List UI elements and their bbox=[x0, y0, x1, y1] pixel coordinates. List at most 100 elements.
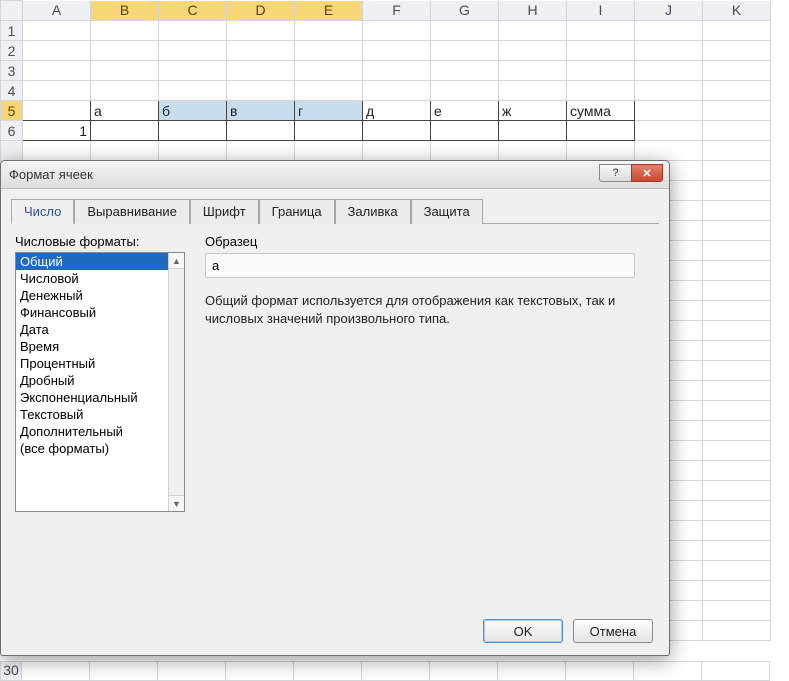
listbox-scrollbar[interactable]: ▲ ▼ bbox=[168, 253, 184, 511]
tab-font[interactable]: Шрифт bbox=[190, 199, 259, 224]
cell[interactable] bbox=[295, 81, 363, 101]
format-item-scientific[interactable]: Экспоненциальный bbox=[16, 389, 184, 406]
cell-E5[interactable]: г bbox=[295, 101, 363, 121]
col-header-C[interactable]: C bbox=[159, 1, 227, 21]
col-header-D[interactable]: D bbox=[227, 1, 295, 21]
tab-border[interactable]: Граница bbox=[259, 199, 335, 224]
cell[interactable] bbox=[23, 21, 91, 41]
cell[interactable] bbox=[91, 81, 159, 101]
cell[interactable] bbox=[431, 121, 499, 141]
cell[interactable] bbox=[567, 41, 635, 61]
cell-G5[interactable]: е bbox=[431, 101, 499, 121]
row-header[interactable] bbox=[1, 141, 23, 161]
cell[interactable] bbox=[363, 61, 431, 81]
cell[interactable] bbox=[703, 121, 771, 141]
close-button[interactable]: ✕ bbox=[631, 164, 663, 182]
cell[interactable] bbox=[431, 81, 499, 101]
cell[interactable] bbox=[363, 21, 431, 41]
cell[interactable] bbox=[363, 41, 431, 61]
format-item-general[interactable]: Общий bbox=[16, 253, 184, 270]
col-header-F[interactable]: F bbox=[363, 1, 431, 21]
select-all-corner[interactable] bbox=[1, 1, 23, 21]
format-item-special[interactable]: Дополнительный bbox=[16, 423, 184, 440]
cell-B5[interactable]: а bbox=[91, 101, 159, 121]
format-item-number[interactable]: Числовой bbox=[16, 270, 184, 287]
scroll-up-icon[interactable]: ▲ bbox=[169, 253, 184, 269]
cell[interactable] bbox=[567, 81, 635, 101]
cell[interactable] bbox=[431, 21, 499, 41]
col-header-E[interactable]: E bbox=[295, 1, 363, 21]
cell[interactable] bbox=[295, 121, 363, 141]
tab-number[interactable]: Число bbox=[11, 199, 74, 224]
format-item-fraction[interactable]: Дробный bbox=[16, 372, 184, 389]
cell[interactable] bbox=[431, 61, 499, 81]
col-header-B[interactable]: B bbox=[91, 1, 159, 21]
col-header-G[interactable]: G bbox=[431, 1, 499, 21]
cancel-button[interactable]: Отмена bbox=[573, 619, 653, 643]
cell-A6[interactable]: 1 bbox=[23, 121, 91, 141]
cell[interactable] bbox=[23, 41, 91, 61]
format-item-text[interactable]: Текстовый bbox=[16, 406, 184, 423]
cell[interactable] bbox=[159, 61, 227, 81]
cell[interactable] bbox=[703, 21, 771, 41]
cell[interactable] bbox=[363, 81, 431, 101]
cell[interactable] bbox=[635, 41, 703, 61]
cell[interactable] bbox=[227, 21, 295, 41]
cell[interactable] bbox=[159, 121, 227, 141]
cell[interactable] bbox=[635, 81, 703, 101]
row-header-3[interactable]: 3 bbox=[1, 61, 23, 81]
cell[interactable] bbox=[703, 101, 771, 121]
cell[interactable] bbox=[227, 61, 295, 81]
cell[interactable] bbox=[703, 61, 771, 81]
col-header-I[interactable]: I bbox=[567, 1, 635, 21]
cell-H5[interactable]: ж bbox=[499, 101, 567, 121]
cell[interactable] bbox=[703, 81, 771, 101]
scroll-down-icon[interactable]: ▼ bbox=[169, 495, 184, 511]
col-header-H[interactable]: H bbox=[499, 1, 567, 21]
cell[interactable] bbox=[23, 61, 91, 81]
format-item-time[interactable]: Время bbox=[16, 338, 184, 355]
cell[interactable] bbox=[635, 101, 703, 121]
tab-fill[interactable]: Заливка bbox=[335, 199, 411, 224]
cell-D5[interactable]: в bbox=[227, 101, 295, 121]
cell[interactable] bbox=[567, 21, 635, 41]
col-header-K[interactable]: K bbox=[703, 1, 771, 21]
cell[interactable] bbox=[227, 121, 295, 141]
number-format-listbox[interactable]: Общий Числовой Денежный Финансовый Дата … bbox=[15, 252, 185, 512]
cell[interactable] bbox=[499, 21, 567, 41]
ok-button[interactable]: OK bbox=[483, 619, 563, 643]
row-header-30[interactable]: 30 bbox=[0, 661, 22, 681]
cell[interactable] bbox=[295, 61, 363, 81]
cell[interactable] bbox=[159, 21, 227, 41]
cell[interactable] bbox=[159, 41, 227, 61]
cell-F5[interactable]: д bbox=[363, 101, 431, 121]
format-item-accounting[interactable]: Финансовый bbox=[16, 304, 184, 321]
col-header-A[interactable]: A bbox=[23, 1, 91, 21]
cell[interactable] bbox=[635, 121, 703, 141]
cell[interactable] bbox=[703, 41, 771, 61]
cell-A5[interactable] bbox=[23, 101, 91, 121]
row-header-1[interactable]: 1 bbox=[1, 21, 23, 41]
col-header-J[interactable]: J bbox=[635, 1, 703, 21]
cell[interactable] bbox=[635, 21, 703, 41]
cell[interactable] bbox=[295, 21, 363, 41]
row-header-4[interactable]: 4 bbox=[1, 81, 23, 101]
cell[interactable] bbox=[431, 41, 499, 61]
format-item-date[interactable]: Дата bbox=[16, 321, 184, 338]
cell[interactable] bbox=[91, 41, 159, 61]
cell[interactable] bbox=[499, 61, 567, 81]
row-header-6[interactable]: 6 bbox=[1, 121, 23, 141]
cell[interactable] bbox=[499, 121, 567, 141]
row-header-5[interactable]: 5 bbox=[1, 101, 23, 121]
cell[interactable] bbox=[91, 61, 159, 81]
format-item-currency[interactable]: Денежный bbox=[16, 287, 184, 304]
cell[interactable] bbox=[295, 41, 363, 61]
cell[interactable] bbox=[227, 41, 295, 61]
cell[interactable] bbox=[567, 61, 635, 81]
cell[interactable] bbox=[499, 81, 567, 101]
cell[interactable] bbox=[227, 81, 295, 101]
help-button[interactable]: ? bbox=[599, 164, 631, 182]
dialog-titlebar[interactable]: Формат ячеек ? ✕ bbox=[1, 161, 669, 189]
tab-protection[interactable]: Защита bbox=[411, 199, 483, 224]
cell[interactable] bbox=[159, 81, 227, 101]
